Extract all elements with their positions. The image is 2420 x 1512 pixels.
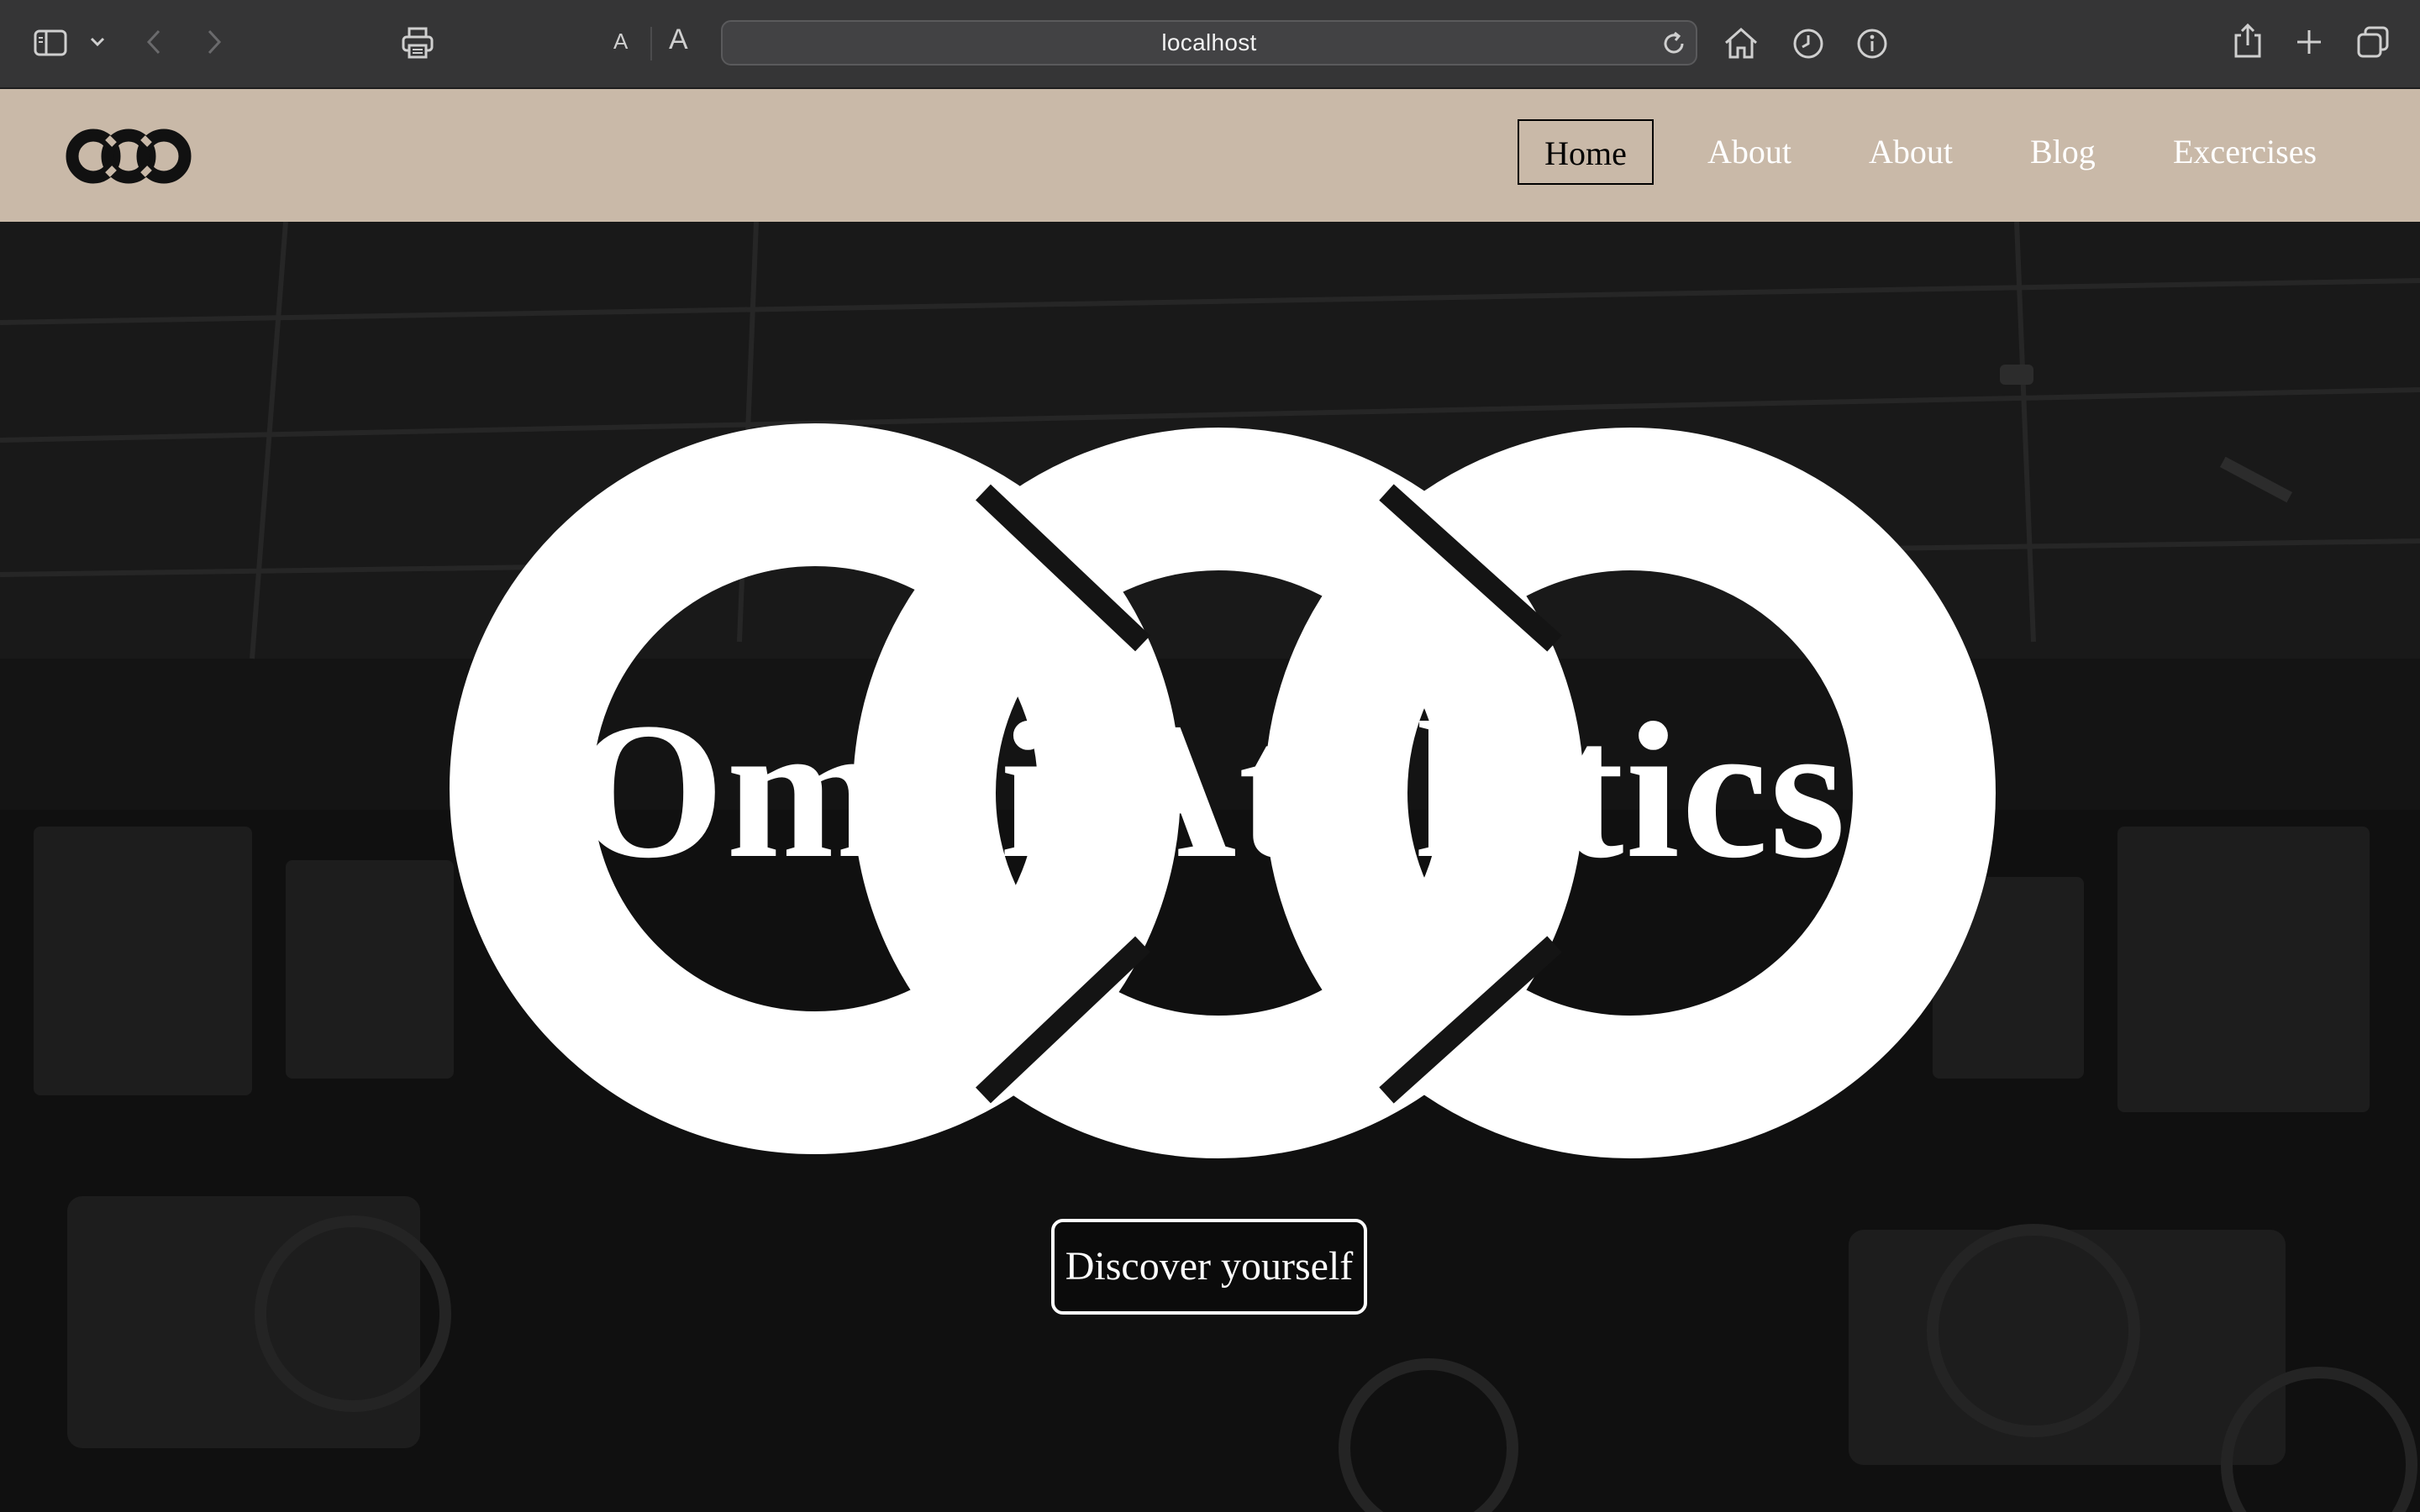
nav-exercises[interactable]: Excercises bbox=[2173, 119, 2317, 185]
main-nav: Home About About Blog Excercises bbox=[0, 119, 2420, 188]
site-header: Home About About Blog Excercises bbox=[0, 89, 2420, 222]
chevron-down-icon[interactable] bbox=[87, 32, 108, 52]
address-text: localhost bbox=[1161, 29, 1257, 55]
info-icon[interactable] bbox=[1854, 25, 1891, 62]
nav-about-2[interactable]: About bbox=[1869, 119, 1953, 185]
share-icon[interactable] bbox=[2230, 22, 2265, 60]
text-larger-button[interactable]: A bbox=[669, 24, 688, 56]
forward-arrow-icon[interactable] bbox=[202, 25, 227, 59]
address-bar[interactable]: localhost bbox=[721, 20, 1697, 66]
reload-icon[interactable] bbox=[1660, 30, 1687, 57]
browser-toolbar: A A localhost bbox=[0, 0, 2420, 89]
nav-blog[interactable]: Blog bbox=[2030, 119, 2096, 185]
nav-about[interactable]: About bbox=[1707, 119, 1791, 185]
home-icon[interactable] bbox=[1721, 24, 1761, 62]
text-smaller-button[interactable]: A bbox=[613, 29, 628, 55]
sidebar-toggle-icon[interactable] bbox=[32, 27, 69, 59]
nav-home[interactable]: Home bbox=[1518, 119, 1654, 185]
hero-section: Omni Athletics Discover yourself bbox=[0, 222, 2420, 1512]
new-tab-plus-icon[interactable] bbox=[2292, 25, 2326, 59]
hero-title: Omni Athletics bbox=[572, 683, 1848, 899]
print-icon[interactable] bbox=[398, 24, 437, 62]
history-icon[interactable] bbox=[1790, 25, 1827, 62]
discover-yourself-button[interactable]: Discover yourself bbox=[1051, 1219, 1367, 1315]
back-arrow-icon[interactable] bbox=[141, 25, 166, 59]
tab-overview-icon[interactable] bbox=[2354, 24, 2391, 60]
toolbar-divider bbox=[650, 27, 652, 60]
